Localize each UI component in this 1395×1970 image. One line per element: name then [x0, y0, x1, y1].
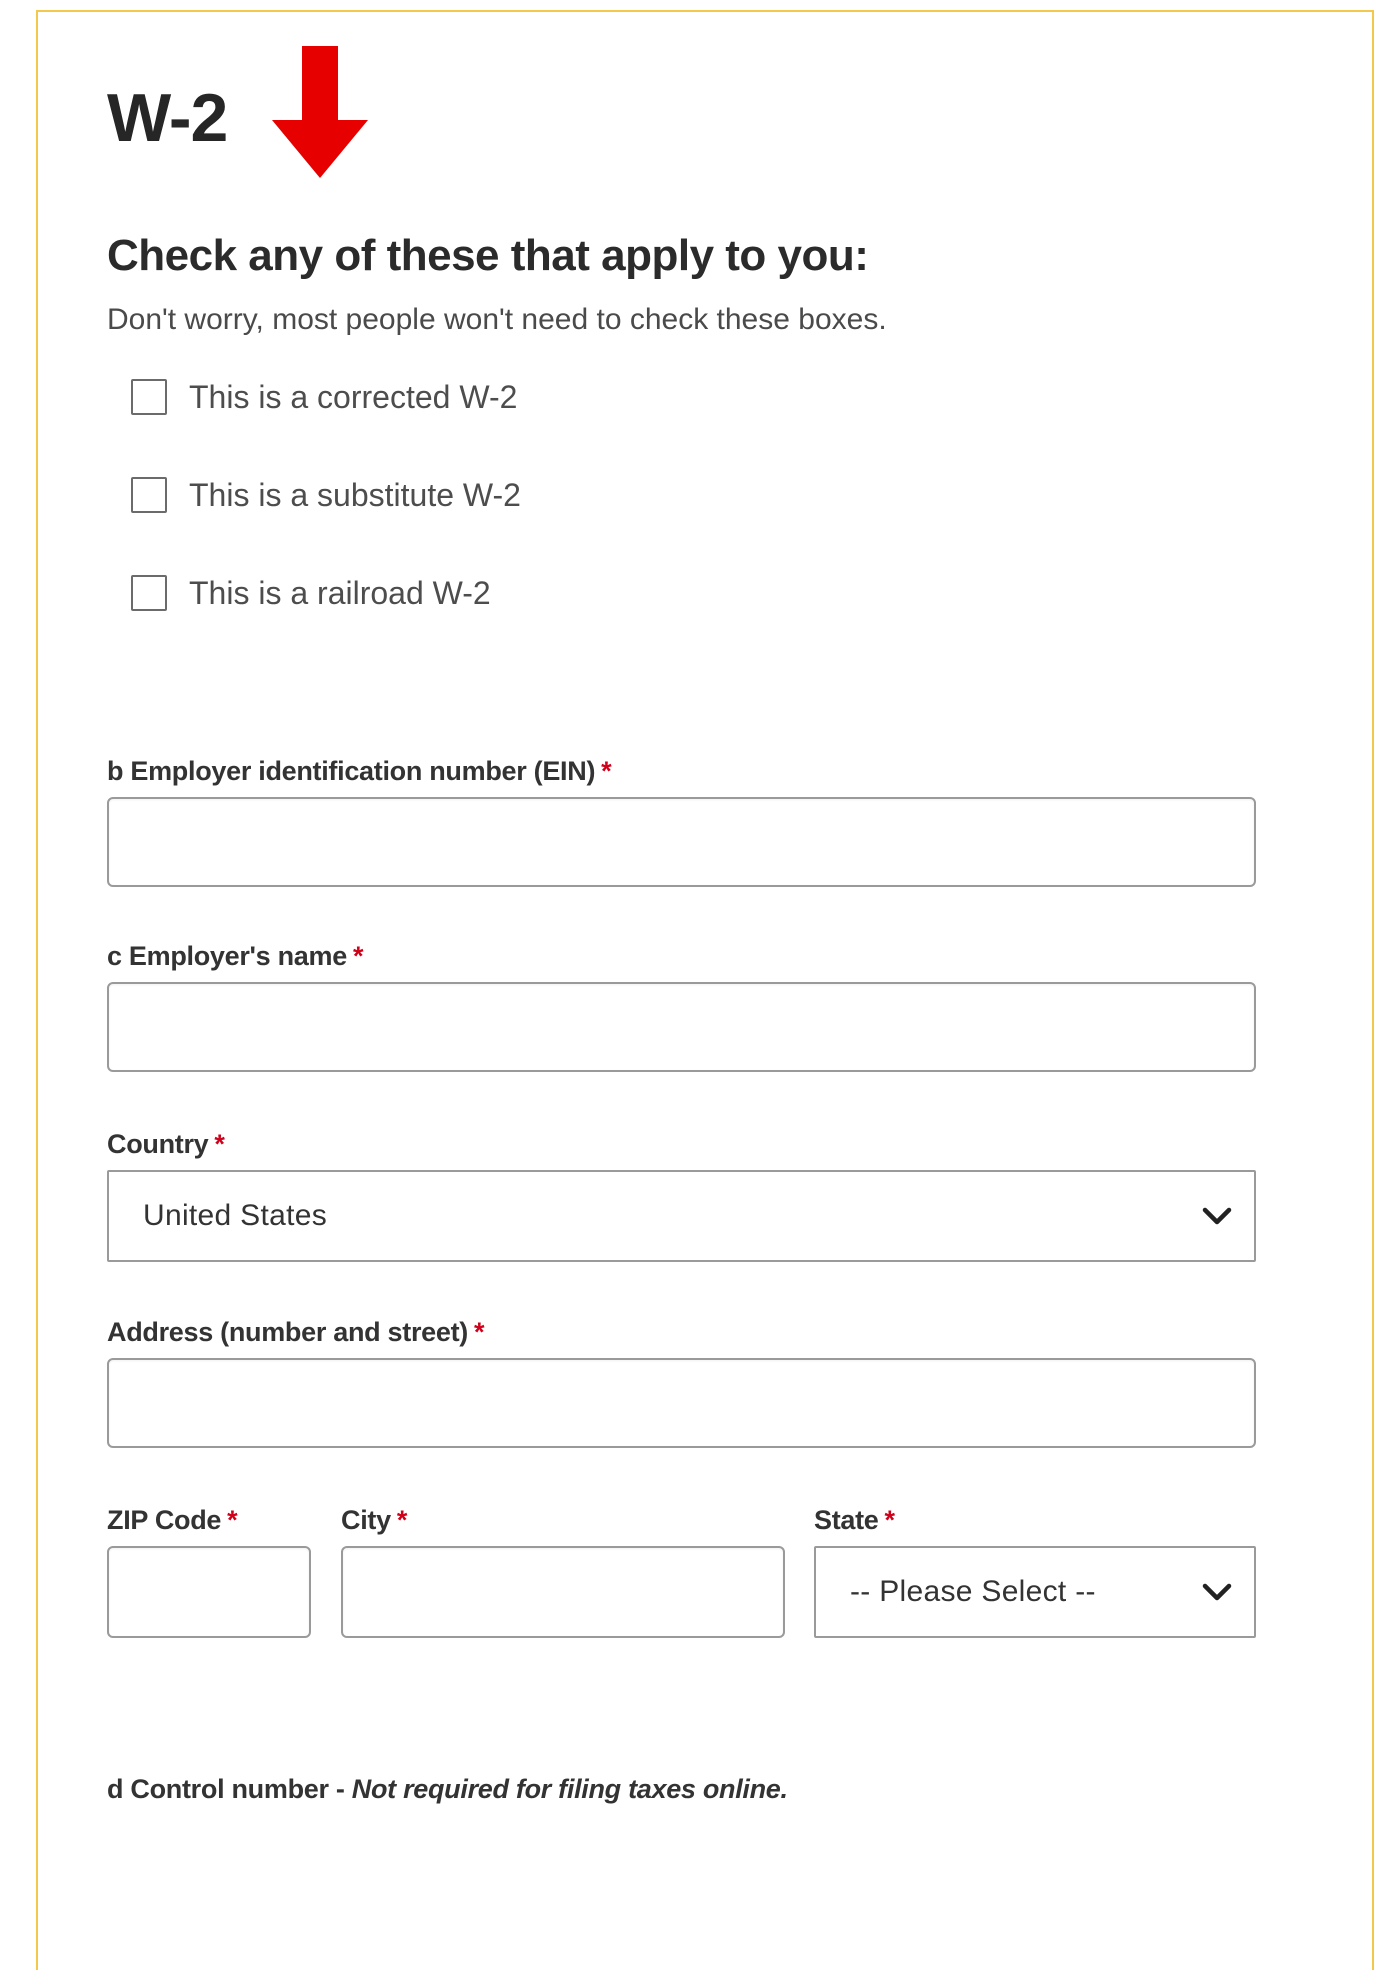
control-number-label: d Control number - Not required for fili…	[107, 1772, 788, 1806]
country-label-text: Country	[107, 1129, 209, 1159]
railroad-w2-option[interactable]: This is a railroad W-2	[131, 573, 491, 613]
required-marker: *	[473, 1317, 485, 1347]
chevron-down-icon	[1202, 1207, 1232, 1225]
page-title: W-2	[107, 80, 228, 156]
substitute-w2-checkbox[interactable]	[131, 477, 167, 513]
control-number-label-text: d Control number -	[107, 1774, 352, 1804]
corrected-w2-checkbox[interactable]	[131, 379, 167, 415]
ein-input[interactable]	[107, 797, 1256, 887]
employer-name-label: c Employer's name *	[107, 939, 363, 973]
employer-name-label-text: c Employer's name	[107, 941, 347, 971]
zip-label: ZIP Code *	[107, 1503, 238, 1537]
city-label: City *	[341, 1503, 407, 1537]
employer-name-input[interactable]	[107, 982, 1256, 1072]
required-marker: *	[396, 1505, 408, 1535]
substitute-w2-option[interactable]: This is a substitute W-2	[131, 475, 521, 515]
required-marker: *	[227, 1505, 238, 1535]
country-label: Country *	[107, 1127, 225, 1161]
required-marker: *	[214, 1129, 225, 1159]
section-note: Don't worry, most people won't need to c…	[107, 303, 887, 336]
railroad-w2-checkbox[interactable]	[131, 575, 167, 611]
required-marker: *	[352, 941, 364, 971]
address-input[interactable]	[107, 1358, 1256, 1448]
address-label-text: Address (number and street)	[107, 1317, 468, 1347]
state-select[interactable]: -- Please Select --	[814, 1546, 1256, 1638]
zip-label-text: ZIP Code	[107, 1505, 222, 1535]
ein-label: b Employer identification number (EIN) *	[107, 754, 612, 788]
city-input[interactable]	[341, 1546, 785, 1638]
state-label: State *	[814, 1503, 895, 1537]
corrected-w2-option[interactable]: This is a corrected W-2	[131, 377, 517, 417]
required-marker: *	[884, 1505, 896, 1535]
down-arrow-icon	[272, 46, 368, 178]
checkbox-label: This is a corrected W-2	[189, 379, 518, 415]
chevron-down-icon	[1202, 1583, 1232, 1601]
zip-input[interactable]	[107, 1546, 311, 1638]
required-marker: *	[601, 756, 612, 786]
checkbox-label: This is a railroad W-2	[189, 575, 491, 611]
control-number-note: Not required for filing taxes online.	[351, 1774, 788, 1804]
state-label-text: State	[814, 1505, 879, 1535]
address-label: Address (number and street) *	[107, 1315, 485, 1349]
country-select[interactable]: United States	[107, 1170, 1256, 1262]
section-heading: Check any of these that apply to you:	[107, 231, 869, 280]
ein-label-text: b Employer identification number (EIN)	[107, 756, 596, 786]
country-select-value: United States	[143, 1199, 328, 1232]
checkbox-label: This is a substitute W-2	[189, 477, 521, 513]
state-select-value: -- Please Select --	[850, 1575, 1096, 1608]
city-label-text: City	[341, 1505, 391, 1535]
